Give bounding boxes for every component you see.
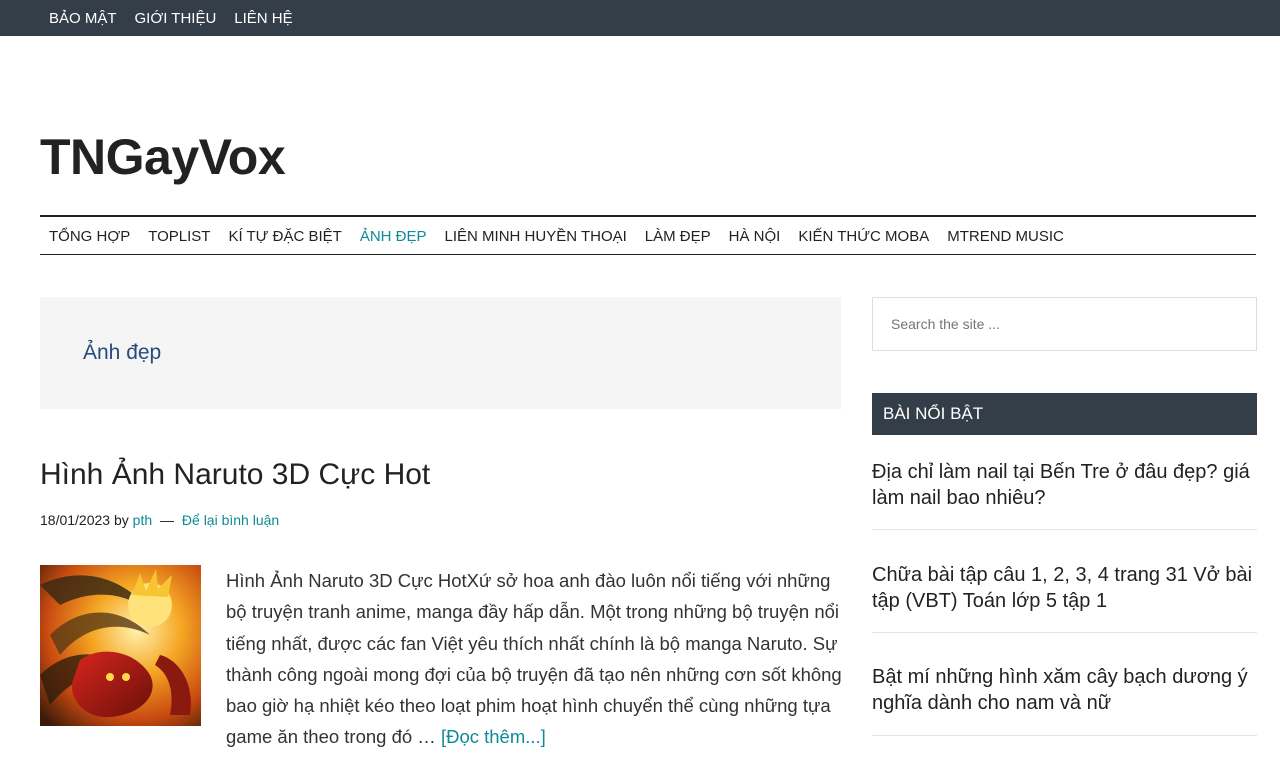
featured-widget-title: BÀI NỔI BẬT (872, 393, 1257, 435)
archive-title: Ảnh đẹp (83, 341, 162, 364)
primary-nav-item-toplist[interactable]: TOPLIST (148, 228, 210, 245)
featured-post-title[interactable]: Bật mí những hình xăm cây bạch dương ý n… (872, 666, 1248, 714)
search-input[interactable] (872, 297, 1257, 351)
naruto-thumbnail-image (40, 565, 201, 726)
primary-nav: TỔNG HỢP TOPLIST KÍ TỰ ĐẶC BIỆT ẢNH ĐẸP … (40, 215, 1256, 255)
post-title[interactable]: Hình Ảnh Naruto 3D Cực Hot (40, 458, 430, 492)
featured-post-item[interactable]: Bật mí những hình xăm cây bạch dương ý n… (872, 664, 1257, 736)
primary-nav-item-anh-dep[interactable]: ẢNH ĐẸP (360, 228, 427, 245)
post-date: 18/01/2023 (40, 512, 111, 528)
secondary-nav-item-gioi-thieu[interactable]: GIỚI THIỆU (135, 10, 217, 27)
post-excerpt: Hình Ảnh Naruto 3D Cực HotXứ sở hoa anh … (226, 565, 844, 753)
featured-post-item[interactable]: Địa chỉ làm nail tại Bến Tre ở đâu đẹp? … (872, 459, 1257, 530)
site-title[interactable]: TNGayVox (40, 128, 286, 186)
secondary-nav: BẢO MẬT GIỚI THIỆU LIÊN HỆ (0, 0, 1280, 36)
featured-post-item[interactable]: Chữa bài tập câu 1, 2, 3, 4 trang 31 Vở … (872, 562, 1257, 633)
primary-nav-item-lien-minh[interactable]: LIÊN MINH HUYỀN THOẠI (445, 228, 627, 245)
secondary-nav-item-bao-mat[interactable]: BẢO MẬT (49, 10, 117, 27)
post-meta-separator: — (160, 512, 175, 528)
primary-nav-item-lam-dep[interactable]: LÀM ĐẸP (645, 228, 711, 245)
archive-header: Ảnh đẹp (40, 297, 841, 409)
primary-nav-item-tong-hop[interactable]: TỔNG HỢP (49, 228, 130, 245)
primary-nav-item-ki-tu-dac-biet[interactable]: KÍ TỰ ĐẶC BIỆT (228, 228, 341, 245)
post-meta: 18/01/2023 by pth — Để lại bình luận (40, 512, 279, 528)
read-more-link[interactable]: [Đọc thêm...] (441, 726, 546, 747)
post-author-link[interactable]: pth (133, 512, 152, 528)
primary-nav-list: TỔNG HỢP TOPLIST KÍ TỰ ĐẶC BIỆT ẢNH ĐẸP … (40, 217, 1256, 255)
secondary-nav-list: BẢO MẬT GIỚI THIỆU LIÊN HỆ (0, 0, 1280, 36)
post-excerpt-text: Hình Ảnh Naruto 3D Cực HotXứ sở hoa anh … (226, 570, 842, 748)
post-by: by (113, 512, 129, 528)
post-comment-link[interactable]: Để lại bình luận (182, 512, 279, 528)
secondary-nav-item-lien-he[interactable]: LIÊN HỆ (234, 10, 292, 27)
featured-post-title[interactable]: Địa chỉ làm nail tại Bến Tre ở đâu đẹp? … (872, 461, 1250, 509)
primary-nav-item-ha-noi[interactable]: HÀ NỘI (729, 228, 781, 245)
post-thumbnail[interactable] (40, 565, 201, 726)
featured-post-title[interactable]: Chữa bài tập câu 1, 2, 3, 4 trang 31 Vở … (872, 564, 1252, 612)
primary-nav-item-kien-thuc-moba[interactable]: KIẾN THỨC MOBA (798, 228, 929, 245)
primary-nav-item-mtrend-music[interactable]: MTREND MUSIC (947, 228, 1064, 245)
